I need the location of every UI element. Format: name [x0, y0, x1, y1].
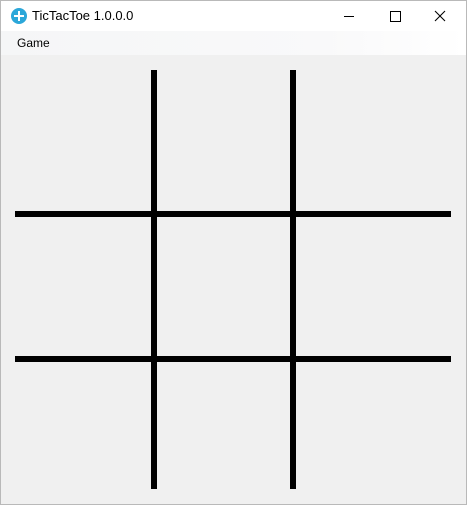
- grid-line-vertical: [151, 70, 157, 489]
- grid-line-horizontal: [15, 211, 451, 217]
- board-cell[interactable]: [296, 362, 432, 502]
- game-board: [1, 55, 466, 504]
- board-cell[interactable]: [15, 70, 151, 210]
- title-bar[interactable]: TicTacToe 1.0.0.0: [1, 1, 466, 31]
- minimize-button[interactable]: [326, 1, 372, 31]
- close-button[interactable]: [418, 1, 464, 31]
- board-cell[interactable]: [15, 362, 151, 502]
- minimize-icon: [344, 16, 354, 17]
- maximize-button[interactable]: [372, 1, 418, 31]
- board-cell[interactable]: [296, 70, 432, 210]
- app-window: TicTacToe 1.0.0.0 Game: [0, 0, 467, 505]
- menu-game[interactable]: Game: [11, 35, 56, 52]
- board-cell[interactable]: [157, 217, 293, 357]
- board-cell[interactable]: [157, 362, 293, 502]
- maximize-icon: [390, 11, 401, 22]
- board-cell[interactable]: [296, 217, 432, 357]
- grid-line-vertical: [290, 70, 296, 489]
- close-icon: [434, 10, 446, 22]
- board-cell[interactable]: [157, 70, 293, 210]
- board-cell[interactable]: [15, 217, 151, 357]
- window-title: TicTacToe 1.0.0.0: [32, 8, 134, 23]
- app-icon[interactable]: [11, 8, 27, 24]
- menu-bar: Game: [1, 31, 466, 55]
- grid-line-horizontal: [15, 356, 451, 362]
